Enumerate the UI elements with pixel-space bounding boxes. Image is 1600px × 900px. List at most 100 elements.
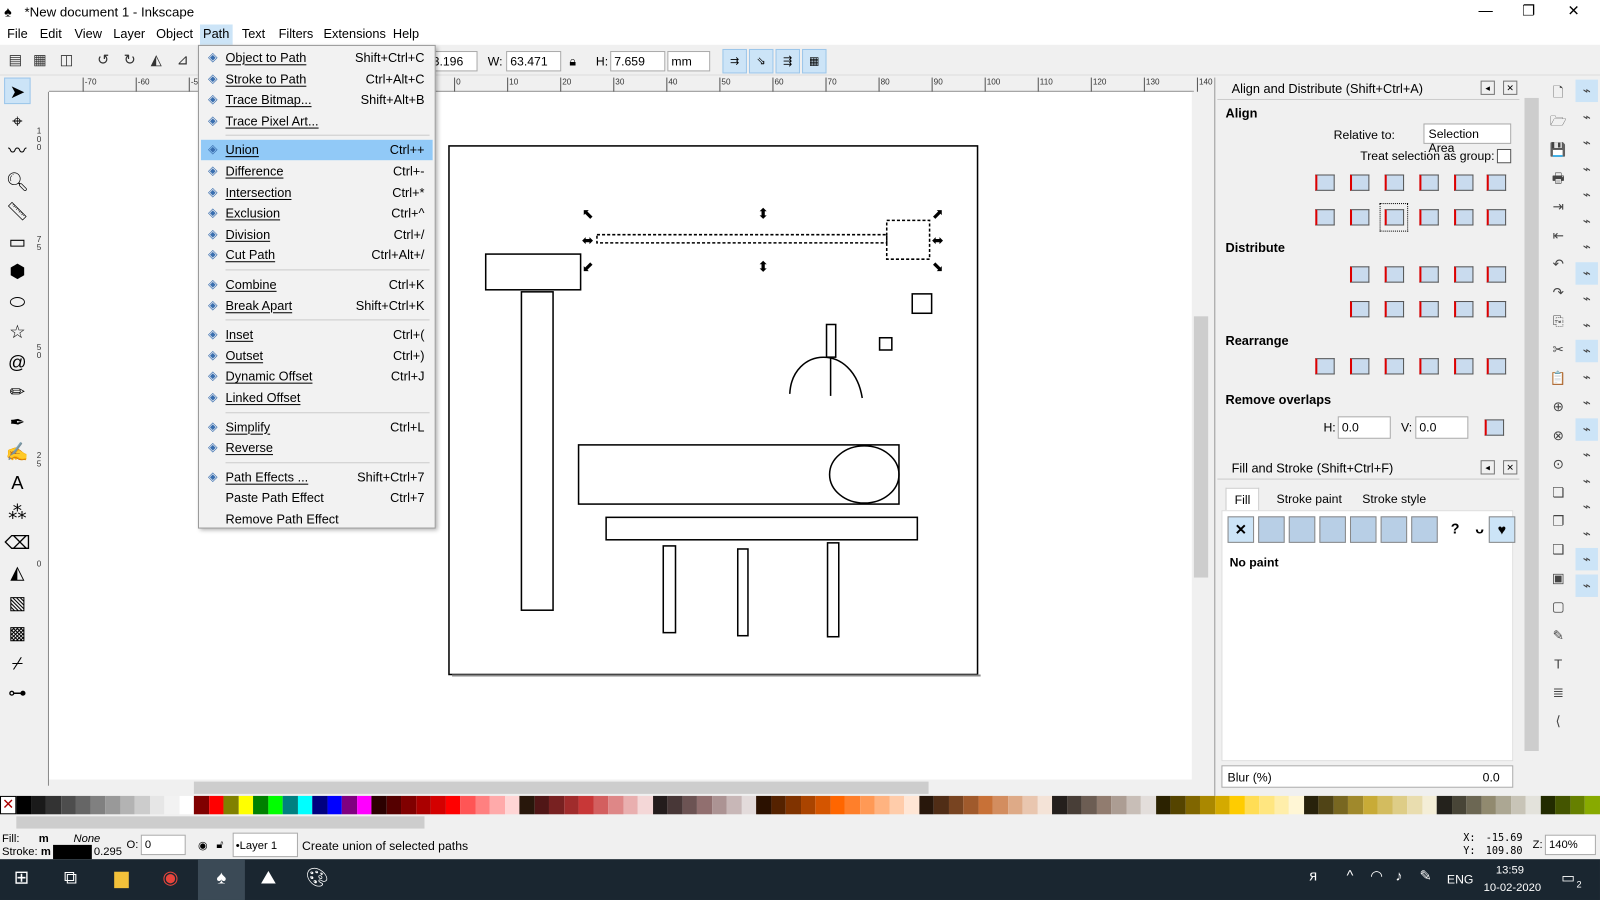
color-swatch[interactable]	[874, 795, 890, 815]
snap-toggle-icon[interactable]: ⌁	[1575, 522, 1597, 544]
no-paint-button[interactable]: ✕	[1227, 516, 1255, 543]
flip-horizontal-icon[interactable]: ◭	[147, 51, 165, 69]
color-swatch[interactable]	[1466, 795, 1482, 815]
color-swatch[interactable]	[948, 795, 964, 815]
snap-toggle-icon[interactable]: ⌁	[1575, 339, 1598, 363]
color-swatch[interactable]	[593, 795, 609, 815]
snap-toggle-icon[interactable]: ⌁	[1575, 79, 1598, 103]
color-swatch[interactable]	[637, 795, 653, 815]
rearrange-button-5-3[interactable]	[1381, 353, 1408, 380]
color-swatch[interactable]	[238, 795, 254, 815]
distribute-button-3-4[interactable]	[1450, 261, 1477, 288]
color-swatch[interactable]	[1392, 795, 1408, 815]
distribute-button-4-3[interactable]	[1415, 296, 1442, 323]
scale-handle-w[interactable]: ⬌	[582, 233, 594, 249]
start-icon[interactable]: ⊞	[8, 867, 35, 891]
opacity-field[interactable]: 0	[140, 834, 186, 856]
stroke-width[interactable]: 0.295	[94, 846, 122, 858]
color-swatch[interactable]	[1288, 795, 1304, 815]
scale-handle-se[interactable]: ⬊	[932, 259, 944, 275]
align-button-2-3[interactable]	[1379, 203, 1409, 232]
dropper-icon[interactable]: ⌿	[4, 649, 31, 676]
ungroup-icon[interactable]: ▢	[1547, 596, 1569, 618]
color-swatch[interactable]	[667, 795, 683, 815]
radial-gradient-button[interactable]	[1319, 516, 1346, 543]
volume-icon[interactable]: ♪	[1386, 867, 1413, 891]
color-swatch[interactable]	[253, 795, 268, 815]
menu-item-combine[interactable]: ◈ Combine Ctrl+K	[201, 274, 433, 294]
scroll-thumb[interactable]	[16, 816, 425, 829]
menu-item-path-effects[interactable]: ◈ Path Effects ... Shift+Ctrl+7	[201, 467, 433, 487]
text-font-icon[interactable]: T	[1547, 653, 1569, 675]
mesh-icon[interactable]: ▩	[4, 619, 31, 646]
zoom-selection-icon[interactable]: ⊕	[1547, 396, 1569, 418]
tab-fill[interactable]: Fill	[1225, 487, 1260, 512]
open-icon[interactable]: 🗁	[1547, 110, 1569, 132]
color-swatch[interactable]	[534, 795, 549, 815]
chrome-icon[interactable]: ◉	[157, 867, 184, 891]
save-icon[interactable]: 💾	[1547, 139, 1569, 161]
snap-toggle-icon[interactable]: ⌁	[1575, 573, 1598, 597]
menu-item-dynamic-offset[interactable]: ◈ Dynamic Offset Ctrl+J	[201, 367, 433, 387]
color-swatch[interactable]	[1555, 795, 1570, 815]
distribute-button-3-2[interactable]	[1381, 261, 1408, 288]
align-button-1-4[interactable]	[1415, 169, 1442, 196]
menu-item-remove-path-effect[interactable]: Remove Path Effect	[201, 509, 433, 529]
blur-value[interactable]: 0.0	[1483, 770, 1500, 784]
zoom-field[interactable]: 140%	[1544, 834, 1596, 856]
language-indicator[interactable]: ENG	[1447, 872, 1474, 886]
deselect-icon[interactable]: ◫	[57, 51, 75, 69]
color-swatch[interactable]	[785, 795, 801, 815]
rectangle-icon[interactable]: ▭	[4, 228, 31, 255]
zoom-page-icon[interactable]: ⊙	[1547, 453, 1569, 475]
distribute-button-4-4[interactable]	[1450, 296, 1477, 323]
file-explorer-icon[interactable]: ▆	[108, 867, 135, 891]
menu-item-linked-offset[interactable]: ◈ Linked Offset	[201, 388, 433, 408]
color-swatch[interactable]	[134, 795, 150, 815]
color-swatch[interactable]	[312, 795, 328, 815]
copy-icon[interactable]: ⎘	[1547, 310, 1569, 332]
color-swatch[interactable]	[31, 795, 46, 815]
menu-item-exclusion[interactable]: ◈ Exclusion Ctrl+^	[201, 203, 433, 223]
color-swatch[interactable]	[1126, 795, 1141, 815]
pen-icon[interactable]: ✒	[4, 409, 31, 436]
zoom-icon[interactable]: 🔍︎	[4, 168, 31, 195]
collapse-icon[interactable]: ◂	[1480, 80, 1495, 95]
import-icon[interactable]: ⇥	[1547, 196, 1569, 218]
scale-corners-toggle[interactable]: ⇘	[748, 48, 774, 74]
color-swatch[interactable]	[1066, 795, 1082, 815]
snap-toggle-icon[interactable]: ⌁	[1575, 288, 1597, 310]
layers-icon[interactable]: ≣	[1547, 682, 1569, 704]
box-3d-icon[interactable]: ⬢	[4, 258, 31, 285]
color-swatch[interactable]	[341, 795, 357, 815]
distribute-button-3-5[interactable]	[1483, 261, 1510, 288]
color-swatch[interactable]	[652, 795, 668, 815]
color-swatch[interactable]	[741, 795, 757, 815]
scale-stroke-toggle[interactable]: ⇉	[722, 48, 747, 74]
align-button-2-6[interactable]	[1483, 204, 1510, 231]
distribute-button-3-1[interactable]	[1346, 261, 1373, 288]
flat-color-button[interactable]	[1258, 516, 1285, 543]
color-swatch[interactable]	[1495, 795, 1511, 815]
color-swatch[interactable]	[519, 795, 535, 815]
menu-item-trace-bitmap[interactable]: ◈ Trace Bitmap... Shift+Alt+B	[201, 90, 433, 110]
color-swatch[interactable]	[1407, 795, 1422, 815]
color-swatch[interactable]	[149, 795, 165, 815]
menu-edit[interactable]: Edit	[37, 27, 65, 41]
color-swatch[interactable]	[45, 795, 61, 815]
menu-view[interactable]: View	[71, 27, 105, 41]
color-swatch[interactable]	[711, 795, 727, 815]
color-swatch[interactable]	[430, 795, 446, 815]
scroll-thumb[interactable]	[1524, 97, 1539, 752]
print-icon[interactable]: 🖶	[1547, 167, 1569, 189]
clone-icon[interactable]: ❐	[1547, 510, 1569, 532]
color-swatch[interactable]	[193, 795, 209, 815]
color-swatch[interactable]	[401, 795, 416, 815]
scale-handle-s[interactable]: ⬍	[757, 259, 769, 275]
unlink-clone-icon[interactable]: ❑	[1547, 539, 1569, 561]
color-swatch[interactable]	[371, 795, 387, 815]
palette-scrollbar[interactable]	[0, 814, 1600, 830]
color-swatch[interactable]	[223, 795, 239, 815]
clock-date[interactable]: 10-02-2020	[1484, 882, 1541, 894]
color-swatch[interactable]	[1037, 795, 1053, 815]
